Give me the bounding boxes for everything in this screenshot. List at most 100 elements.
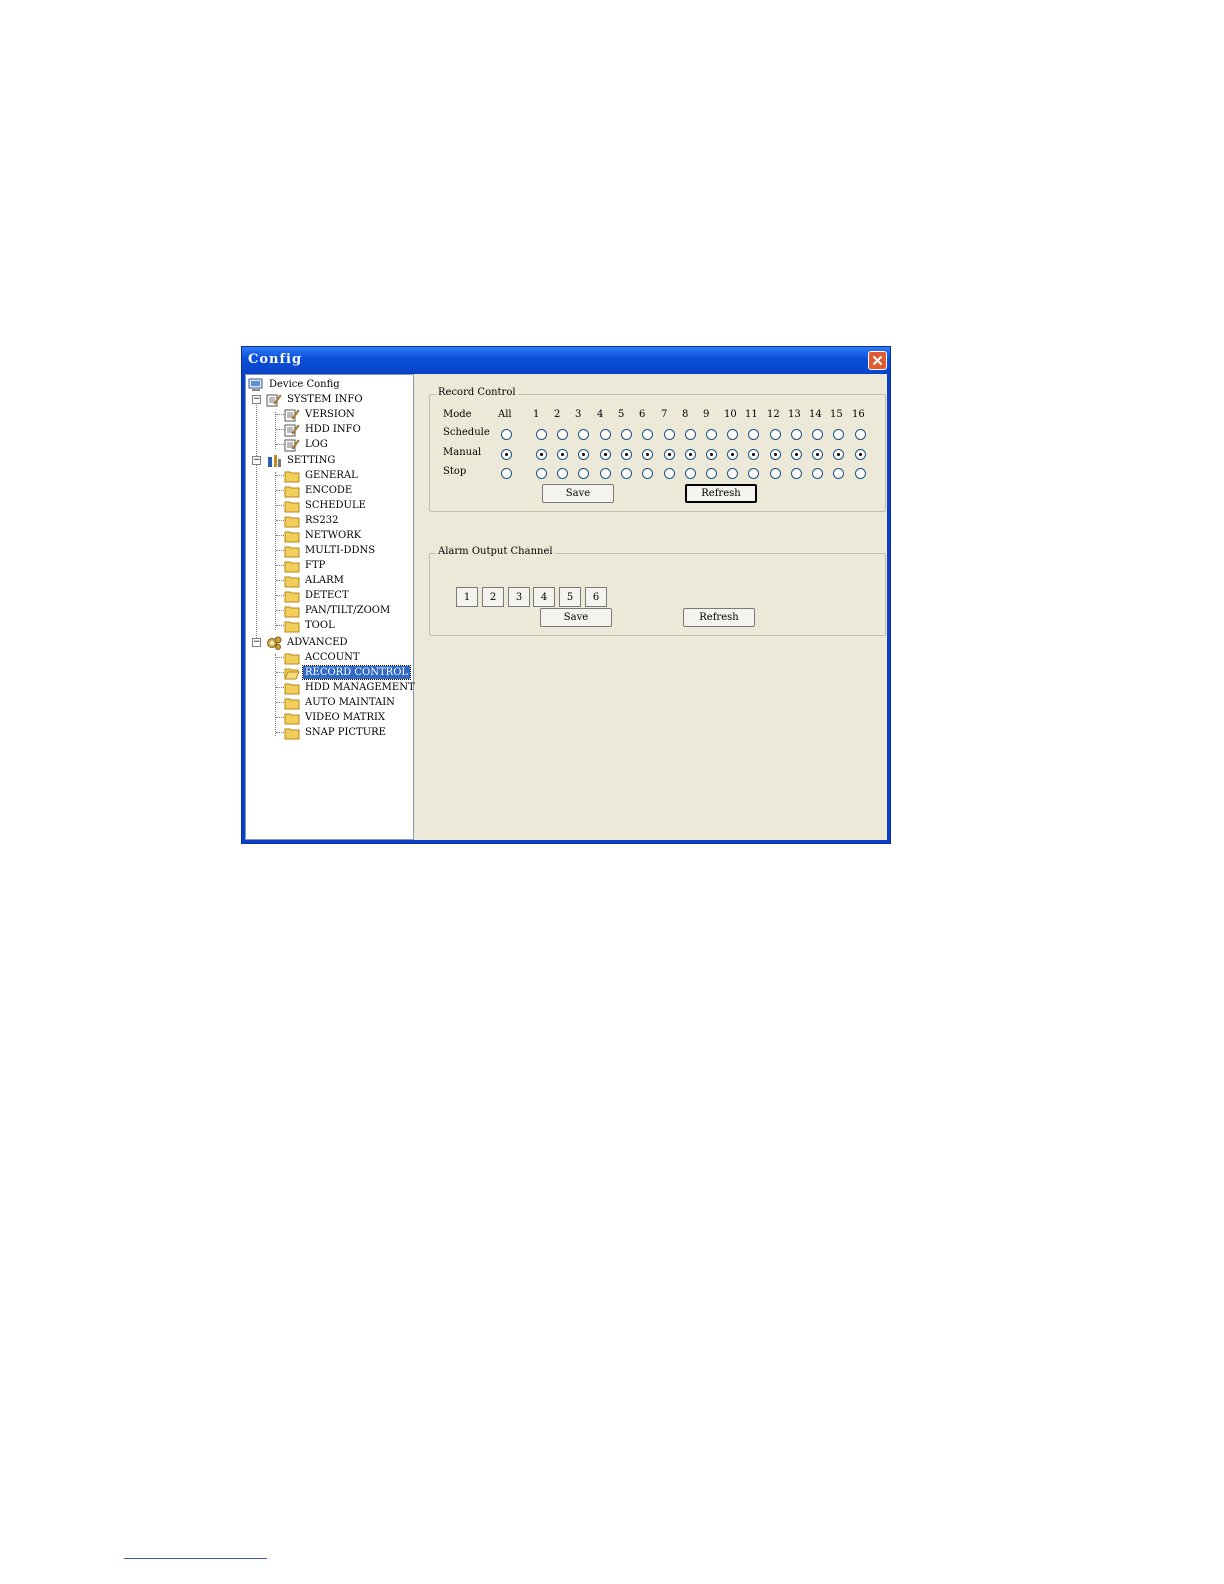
radio-schedule-12[interactable] bbox=[770, 429, 781, 440]
folder-icon bbox=[284, 621, 300, 632]
radio-schedule-13[interactable] bbox=[791, 429, 802, 440]
radio-stop-4[interactable] bbox=[600, 468, 611, 479]
collapse-toggle[interactable]: − bbox=[252, 456, 261, 465]
radio-stop-14[interactable] bbox=[812, 468, 823, 479]
radio-manual-14[interactable] bbox=[812, 449, 823, 460]
tree-item-advanced[interactable]: ADVANCED bbox=[266, 635, 350, 650]
radio-stop-8[interactable] bbox=[685, 468, 696, 479]
radio-stop-13[interactable] bbox=[791, 468, 802, 479]
radio-stop-10[interactable] bbox=[727, 468, 738, 479]
radio-manual-6[interactable] bbox=[642, 449, 653, 460]
radio-manual-all[interactable] bbox=[501, 449, 512, 460]
radio-manual-12[interactable] bbox=[770, 449, 781, 460]
radio-manual-5[interactable] bbox=[621, 449, 632, 460]
alarm-channel-button[interactable]: 6 bbox=[585, 587, 607, 607]
radio-schedule-9[interactable] bbox=[706, 429, 717, 440]
radio-schedule-16[interactable] bbox=[855, 429, 866, 440]
alarm-channel-button[interactable]: 3 bbox=[508, 587, 530, 607]
tree-item-multi-ddns[interactable]: MULTI-DDNS bbox=[284, 543, 377, 558]
tree-item-system-info[interactable]: SYSTEM INFO bbox=[266, 392, 365, 407]
radio-manual-10[interactable] bbox=[727, 449, 738, 460]
radio-schedule-4[interactable] bbox=[600, 429, 611, 440]
config-tree[interactable]: Device Config − SYSTEM INFO VERSION HDD … bbox=[245, 374, 417, 840]
radio-stop-7[interactable] bbox=[664, 468, 675, 479]
tree-item-device-config[interactable]: Device Config bbox=[248, 377, 342, 392]
tree-item-general[interactable]: GENERAL bbox=[284, 468, 360, 483]
radio-manual-16[interactable] bbox=[855, 449, 866, 460]
alarm-channel-button[interactable]: 1 bbox=[456, 587, 478, 607]
tree-item-label: HDD INFO bbox=[305, 424, 361, 435]
alarm-channel-button[interactable]: 4 bbox=[533, 587, 555, 607]
radio-stop-3[interactable] bbox=[578, 468, 589, 479]
tree-item-setting[interactable]: SETTING bbox=[266, 453, 337, 468]
radio-stop-5[interactable] bbox=[621, 468, 632, 479]
radio-schedule-11[interactable] bbox=[748, 429, 759, 440]
radio-manual-7[interactable] bbox=[664, 449, 675, 460]
tree-item-hdd-info[interactable]: HDD INFO bbox=[284, 422, 363, 437]
tree-item-video-matrix[interactable]: VIDEO MATRIX bbox=[284, 710, 387, 725]
record-save-button[interactable]: Save bbox=[542, 484, 614, 503]
radio-stop-1[interactable] bbox=[536, 468, 547, 479]
tree-item-log[interactable]: LOG bbox=[284, 437, 330, 452]
radio-stop-9[interactable] bbox=[706, 468, 717, 479]
tree-item-schedule[interactable]: SCHEDULE bbox=[284, 498, 368, 513]
radio-schedule-2[interactable] bbox=[557, 429, 568, 440]
radio-stop-all[interactable] bbox=[501, 468, 512, 479]
tree-item-version[interactable]: VERSION bbox=[284, 407, 357, 422]
radio-schedule-5[interactable] bbox=[621, 429, 632, 440]
radio-schedule-1[interactable] bbox=[536, 429, 547, 440]
radio-schedule-15[interactable] bbox=[833, 429, 844, 440]
collapse-toggle[interactable]: − bbox=[252, 638, 261, 647]
title-bar[interactable]: Config bbox=[242, 347, 890, 373]
tree-item-label: TOOL bbox=[305, 620, 335, 631]
record-control-group: Record Control Mode All 1 2 3 4 5 6 7 8 9 10 11 12 13 1… bbox=[429, 387, 886, 512]
tree-item-pan-tilt-zoom[interactable]: PAN/TILT/ZOOM bbox=[284, 603, 392, 618]
tree-item-label: PAN/TILT/ZOOM bbox=[305, 605, 391, 616]
folder-icon bbox=[284, 546, 300, 557]
tree-item-tool[interactable]: TOOL bbox=[284, 618, 337, 633]
radio-manual-2[interactable] bbox=[557, 449, 568, 460]
radio-stop-11[interactable] bbox=[748, 468, 759, 479]
alarm-refresh-button[interactable]: Refresh bbox=[683, 608, 755, 627]
radio-stop-12[interactable] bbox=[770, 468, 781, 479]
radio-schedule-8[interactable] bbox=[685, 429, 696, 440]
radio-schedule-10[interactable] bbox=[727, 429, 738, 440]
tree-item-ftp[interactable]: FTP bbox=[284, 558, 327, 573]
tree-item-hdd-management[interactable]: HDD MANAGEMENT bbox=[284, 680, 417, 695]
tree-item-auto-maintain[interactable]: AUTO MAINTAIN bbox=[284, 695, 397, 710]
radio-schedule-14[interactable] bbox=[812, 429, 823, 440]
alarm-channel-button[interactable]: 5 bbox=[559, 587, 581, 607]
tree-item-encode[interactable]: ENCODE bbox=[284, 483, 354, 498]
close-button[interactable] bbox=[868, 351, 887, 370]
folder-icon bbox=[284, 531, 300, 542]
tree-item-detect[interactable]: DETECT bbox=[284, 588, 351, 603]
tree-item-record-control[interactable]: RECORD CONTROL bbox=[284, 665, 412, 680]
tree-item-network[interactable]: NETWORK bbox=[284, 528, 363, 543]
radio-schedule-6[interactable] bbox=[642, 429, 653, 440]
radio-stop-16[interactable] bbox=[855, 468, 866, 479]
tree-item-label: AUTO MAINTAIN bbox=[305, 697, 395, 708]
radio-schedule-all[interactable] bbox=[501, 429, 512, 440]
radio-stop-2[interactable] bbox=[557, 468, 568, 479]
radio-manual-9[interactable] bbox=[706, 449, 717, 460]
tree-item-snap-picture[interactable]: SNAP PICTURE bbox=[284, 725, 388, 740]
radio-manual-8[interactable] bbox=[685, 449, 696, 460]
alarm-save-button[interactable]: Save bbox=[540, 608, 612, 627]
record-control-title: Record Control bbox=[436, 387, 518, 398]
tree-item-rs232[interactable]: RS232 bbox=[284, 513, 340, 528]
radio-manual-11[interactable] bbox=[748, 449, 759, 460]
tree-item-alarm[interactable]: ALARM bbox=[284, 573, 346, 588]
tree-item-account[interactable]: ACCOUNT bbox=[284, 650, 362, 665]
record-refresh-button[interactable]: Refresh bbox=[685, 484, 757, 503]
alarm-channel-button[interactable]: 2 bbox=[482, 587, 504, 607]
collapse-toggle[interactable]: − bbox=[252, 395, 261, 404]
radio-schedule-7[interactable] bbox=[664, 429, 675, 440]
radio-manual-3[interactable] bbox=[578, 449, 589, 460]
radio-stop-15[interactable] bbox=[833, 468, 844, 479]
radio-schedule-3[interactable] bbox=[578, 429, 589, 440]
radio-manual-15[interactable] bbox=[833, 449, 844, 460]
radio-manual-1[interactable] bbox=[536, 449, 547, 460]
radio-stop-6[interactable] bbox=[642, 468, 653, 479]
radio-manual-4[interactable] bbox=[600, 449, 611, 460]
radio-manual-13[interactable] bbox=[791, 449, 802, 460]
